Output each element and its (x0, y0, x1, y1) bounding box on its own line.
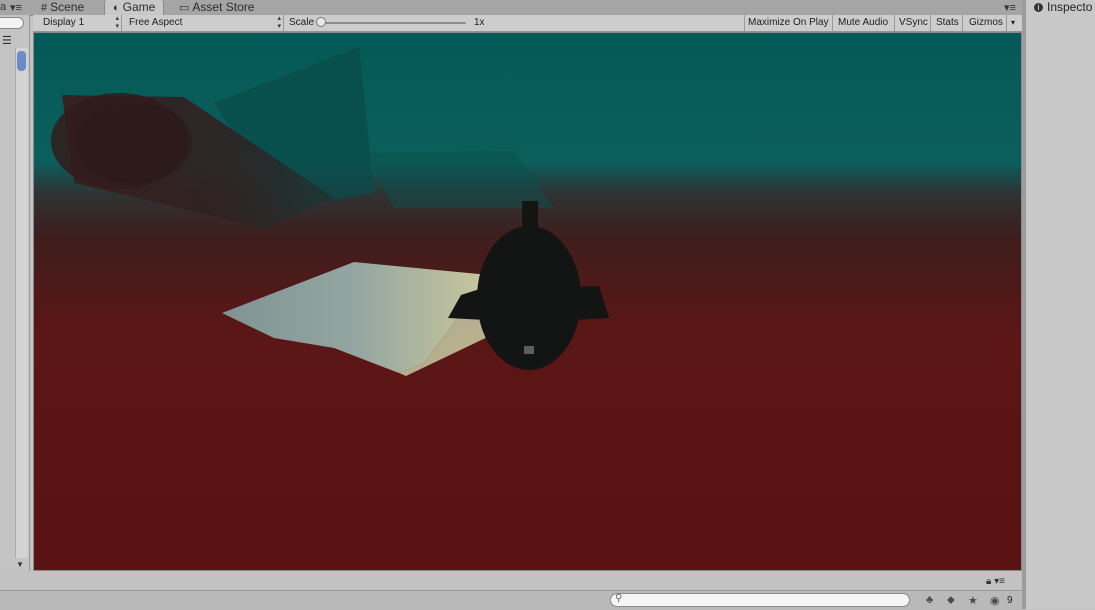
search-icon: ⚲ (615, 593, 623, 604)
pacman-icon: ◐ (113, 2, 120, 14)
editor-tab-strip: a ▾≡ # Scene ◐ Game ▭ Asset Store ▾≡ (0, 0, 1025, 16)
left-scrollbar-thumb[interactable] (17, 51, 26, 71)
project-search-input[interactable]: ⚲ (610, 593, 910, 607)
display-select-label: Display 1 (43, 17, 85, 28)
hidden-packages-eye-icon[interactable]: ◉ (990, 594, 1000, 607)
console-panel: 🔒︎ ▾≡ ⚲ ♣ ⬥ ★ ◉ 9 (0, 572, 1022, 610)
tab-inspector-label: Inspecto (1047, 0, 1093, 14)
stats-button[interactable]: Stats (936, 15, 959, 31)
scene-hierarchy-panel: ☰ ▼ (0, 15, 30, 571)
filter-by-type-icon[interactable]: ♣ (926, 594, 933, 606)
project-search-bar: ⚲ ♣ ⬥ ★ ◉ 9 (0, 590, 1022, 610)
left-search-field[interactable] (0, 17, 24, 29)
scale-slider-track[interactable] (322, 22, 466, 24)
inspector-panel: i Inspecto (1026, 0, 1095, 609)
list-menu-icon[interactable]: ☰ (2, 34, 12, 47)
left-scrollbar[interactable] (15, 48, 28, 558)
scale-slider-thumb[interactable] (316, 17, 326, 27)
info-icon: i (1034, 3, 1043, 12)
lock-icon[interactable]: a (0, 1, 6, 13)
maximize-on-play-button[interactable]: Maximize On Play (748, 15, 829, 31)
game-toolbar: Display 1 ▴ ▾ Free Aspect ▴ ▾ Scale 1x Max… (33, 15, 1022, 32)
gizmos-button[interactable]: Gizmos (969, 15, 1003, 31)
tab-scene-label: Scene (50, 0, 85, 14)
hidden-count: 9 (1007, 595, 1013, 606)
panel-menu-icon[interactable]: ▾≡ (10, 1, 22, 14)
gizmos-dropdown-icon[interactable]: ▾ (1011, 15, 1015, 31)
tab-game-label: Game (122, 0, 156, 14)
game-render (34, 33, 1021, 570)
updown-arrows-icon: ▴ ▾ (277, 15, 281, 30)
scale-value: 1x (474, 17, 485, 28)
game-viewport[interactable] (33, 32, 1022, 571)
console-lock-menu-icon[interactable]: 🔒︎ ▾≡ (986, 576, 1005, 587)
updown-arrows-icon: ▴ ▾ (115, 15, 119, 30)
scale-label: Scale (289, 17, 315, 28)
grid-icon: # (41, 2, 48, 14)
tab-game[interactable]: ◐ Game (104, 0, 165, 16)
tab-scene[interactable]: # Scene (41, 0, 84, 15)
scroll-down-arrow-icon[interactable]: ▼ (16, 560, 24, 569)
vsync-button[interactable]: VSync (899, 15, 928, 31)
tab-asset-store[interactable]: ▭ Asset Store (179, 0, 254, 15)
label-tag-icon[interactable]: ⬥ (947, 594, 955, 607)
aspect-select[interactable]: Free Aspect ▴ ▾ (122, 15, 283, 31)
store-icon: ▭ (179, 2, 190, 14)
game-panel-menu-icon[interactable]: ▾≡ (1004, 1, 1016, 14)
tab-asset-store-label: Asset Store (192, 0, 255, 14)
aspect-select-label: Free Aspect (129, 17, 183, 28)
mute-audio-button[interactable]: Mute Audio (838, 15, 888, 31)
favorites-star-icon[interactable]: ★ (968, 594, 978, 607)
display-select[interactable]: Display 1 ▴ ▾ (33, 15, 121, 31)
tab-inspector[interactable]: i Inspecto (1034, 0, 1092, 15)
